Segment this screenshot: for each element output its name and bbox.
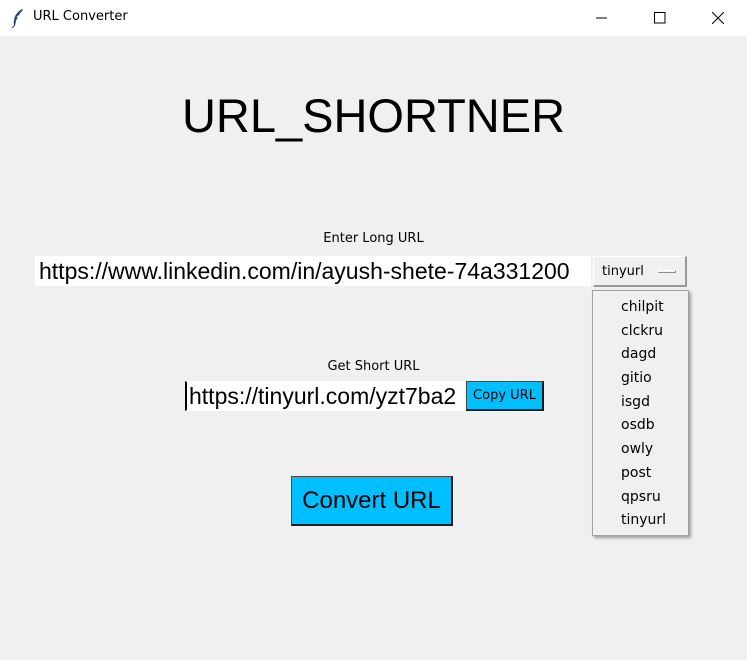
dropdown-option-osdb[interactable]: osdb [593, 414, 688, 438]
minimize-icon [596, 17, 607, 19]
dropdown-option-qpsru[interactable]: qpsru [593, 486, 688, 510]
copy-url-button-label: Copy URL [473, 388, 536, 403]
service-dropdown-value: tinyurl [602, 264, 644, 279]
dropdown-option-chilpit[interactable]: chilpit [593, 296, 688, 320]
convert-url-button[interactable]: Convert URL [291, 476, 453, 526]
dropdown-indicator-icon [658, 270, 676, 273]
maximize-icon [654, 12, 666, 24]
dropdown-option-post[interactable]: post [593, 462, 688, 486]
copy-url-button[interactable]: Copy URL [466, 381, 544, 411]
dropdown-option-owly[interactable]: owly [593, 438, 688, 462]
dropdown-option-clckru[interactable]: clckru [593, 320, 688, 344]
window-title: URL Converter [33, 9, 128, 24]
long-url-input[interactable]: https://www.linkedin.com/in/ayush-shete-… [35, 256, 591, 286]
dropdown-option-isgd[interactable]: isgd [593, 391, 688, 415]
title-bar: URL Converter [0, 0, 747, 36]
service-dropdown[interactable]: tinyurl [593, 256, 687, 287]
close-icon [712, 12, 724, 24]
maximize-button[interactable] [631, 0, 689, 36]
close-button[interactable] [689, 0, 747, 36]
page-title: URL_SHORTNER [181, 89, 566, 142]
short-url-label: Get Short URL [327, 359, 420, 374]
dropdown-option-tinyurl[interactable]: tinyurl [593, 509, 688, 533]
long-url-label: Enter Long URL [323, 231, 424, 246]
minimize-button[interactable] [573, 0, 631, 36]
short-url-input[interactable]: https://tinyurl.com/yzt7ba2 [185, 381, 465, 411]
convert-url-button-label: Convert URL [302, 486, 441, 514]
service-dropdown-list: chilpit clckru dagd gitio isgd osdb owly… [592, 290, 689, 536]
feather-icon [10, 8, 26, 29]
